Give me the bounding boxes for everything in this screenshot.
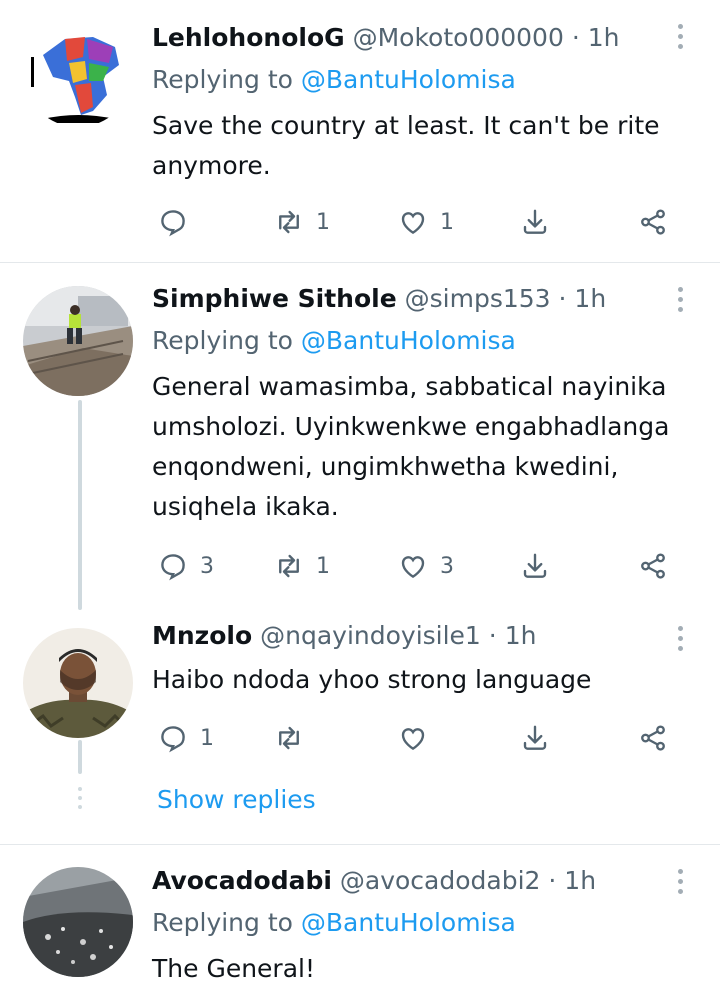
more-icon[interactable] <box>670 869 690 905</box>
user-handle[interactable]: @simps153 <box>405 284 551 313</box>
bookmark-icon <box>523 725 547 750</box>
show-replies-link[interactable]: Show replies <box>157 783 316 817</box>
like-button[interactable]: 1 <box>398 202 454 242</box>
replying-to: Replying to @BantuHolomisa <box>152 64 516 96</box>
timestamp[interactable]: 1h <box>588 23 620 52</box>
like-icon <box>401 556 425 579</box>
separator: · <box>558 284 567 313</box>
retweet-icon <box>279 726 299 750</box>
replying-prefix: Replying to <box>152 326 293 355</box>
avatar[interactable] <box>23 286 133 396</box>
bookmark-button[interactable] <box>520 546 550 586</box>
tweet-text: Haibo ndoda yhoo strong language <box>152 665 592 694</box>
display-name[interactable]: Simphiwe Sithole <box>152 284 397 313</box>
mention-link[interactable]: @BantuHolomisa <box>301 65 516 94</box>
tweet-4[interactable]: Avocadodabi @avocadodabi2 · 1h Replying … <box>0 845 720 994</box>
replying-prefix: Replying to <box>152 65 293 94</box>
retweet-count: 1 <box>316 209 330 235</box>
bookmark-icon <box>523 209 547 234</box>
retweet-icon <box>279 554 299 578</box>
display-name[interactable]: Mnzolo <box>152 621 252 650</box>
separator: · <box>571 23 580 52</box>
tweet-2[interactable]: Simphiwe Sithole @simps153 · 1h Replying… <box>0 263 720 608</box>
retweet-count: 1 <box>316 553 330 579</box>
like-count: 1 <box>440 209 454 235</box>
retweet-button[interactable]: 1 <box>274 546 330 586</box>
share-button[interactable] <box>638 202 668 242</box>
separator: · <box>548 866 557 895</box>
avatar[interactable] <box>23 17 133 127</box>
tweet-actions: 3 1 3 <box>150 546 690 586</box>
share-button[interactable] <box>638 718 668 758</box>
tweet-text: General wamasimba, sabbatical nayinika u… <box>152 372 670 521</box>
display-name[interactable]: Avocadodabi <box>152 866 332 895</box>
reply-icon <box>161 554 185 581</box>
like-button[interactable]: 3 <box>398 546 454 586</box>
more-icon[interactable] <box>670 287 690 323</box>
reply-count: 1 <box>200 725 214 751</box>
tweet-header: LehlohonoloG @Mokoto000000 · 1h <box>152 22 620 54</box>
like-button[interactable] <box>398 718 440 758</box>
tweet-header: Avocadodabi @avocadodabi2 · 1h <box>152 865 596 897</box>
share-icon <box>641 725 665 751</box>
bookmark-icon <box>523 553 547 578</box>
share-icon <box>641 209 665 235</box>
avatar[interactable] <box>23 628 133 738</box>
retweet-button[interactable] <box>274 718 316 758</box>
tweet-actions: 1 1 <box>150 202 690 242</box>
replying-to: Replying to @BantuHolomisa <box>152 907 516 939</box>
user-handle[interactable]: @avocadodabi2 <box>340 866 541 895</box>
retweet-icon <box>279 210 299 234</box>
thread-connector <box>78 400 82 610</box>
like-icon <box>401 728 425 751</box>
reply-button[interactable]: 1 <box>158 718 214 758</box>
share-button[interactable] <box>638 546 668 586</box>
tweet-3[interactable]: Mnzolo @nqayindoyisile1 · 1h Haibo ndoda… <box>0 610 720 770</box>
more-icon[interactable] <box>670 626 690 662</box>
reply-icon <box>161 210 185 237</box>
mention-link[interactable]: @BantuHolomisa <box>301 326 516 355</box>
thread-connector <box>78 740 82 774</box>
bookmark-button[interactable] <box>520 718 550 758</box>
retweet-button[interactable]: 1 <box>274 202 330 242</box>
tweet-header: Simphiwe Sithole @simps153 · 1h <box>152 283 606 315</box>
timestamp[interactable]: 1h <box>574 284 606 313</box>
like-count: 3 <box>440 553 454 579</box>
tweet-text: Save the country at least. It can't be r… <box>152 111 660 180</box>
display-name[interactable]: LehlohonoloG <box>152 23 345 52</box>
timestamp[interactable]: 1h <box>505 621 537 650</box>
replying-prefix: Replying to <box>152 908 293 937</box>
reply-count: 3 <box>200 553 214 579</box>
bookmark-button[interactable] <box>520 202 550 242</box>
tweet-header: Mnzolo @nqayindoyisile1 · 1h <box>152 620 536 652</box>
avatar[interactable] <box>23 867 133 977</box>
tweet-1[interactable]: LehlohonoloG @Mokoto000000 · 1h Replying… <box>0 0 720 262</box>
tweet-text: The General! <box>152 954 315 983</box>
user-handle[interactable]: @nqayindoyisile1 <box>260 621 481 650</box>
more-icon[interactable] <box>670 24 690 60</box>
reply-icon <box>161 726 185 753</box>
reply-button[interactable]: 3 <box>158 546 214 586</box>
reply-button[interactable] <box>158 202 200 242</box>
user-handle[interactable]: @Mokoto000000 <box>353 23 564 52</box>
replying-to: Replying to @BantuHolomisa <box>152 325 516 357</box>
share-icon <box>641 553 665 579</box>
separator: · <box>488 621 497 650</box>
tweet-actions: 1 <box>150 718 690 758</box>
mention-link[interactable]: @BantuHolomisa <box>301 908 516 937</box>
like-icon <box>401 212 425 235</box>
timestamp[interactable]: 1h <box>564 866 596 895</box>
collapsed-thread-dots <box>76 787 84 814</box>
